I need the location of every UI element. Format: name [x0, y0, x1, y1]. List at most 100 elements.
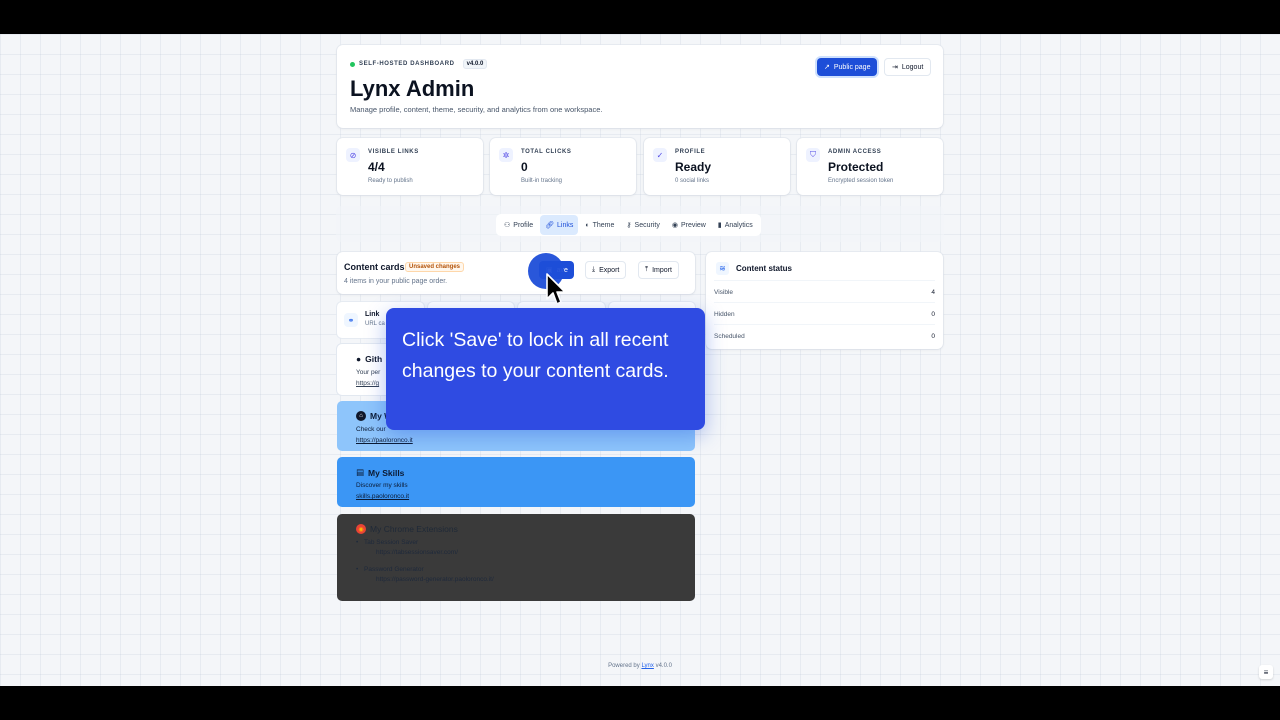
tab-label: Links [557, 221, 574, 229]
status-row: Hidden 0 [714, 302, 935, 324]
content-cards-subtitle: 4 items in your public page order. [344, 278, 448, 285]
bullet-icon: • [356, 539, 359, 546]
import-button[interactable]: ⤒ Import [638, 261, 679, 279]
tab-analytics[interactable]: ▮ Analytics [713, 215, 758, 235]
user-icon: ⚇ [504, 222, 511, 229]
stat-label: TOTAL CLICKS [521, 149, 572, 155]
stat-card-total-clicks: ✲ TOTAL CLICKS 0 Built-in tracking [490, 138, 636, 195]
eye-icon: ◉ [671, 222, 678, 229]
link-card-skills[interactable]: ▤ My Skills Discover my skills skills.pa… [337, 457, 695, 507]
check-circle-icon: ✓ [653, 148, 667, 162]
link-card-header: ● Gith [356, 354, 382, 364]
chrome-icon: ◉ [356, 524, 366, 534]
public-page-label: Public page [833, 63, 871, 71]
sub-link-item[interactable]: • Password Generator https://password-ge… [356, 566, 494, 583]
cursor-click-icon: ✲ [499, 148, 513, 162]
tutorial-tooltip: Click 'Save' to lock in all recent chang… [386, 308, 705, 430]
eyebrow: SELF-HOSTED DASHBOARD v4.0.0 [350, 59, 488, 69]
add-type-label: Link [365, 311, 380, 318]
link-title: My Skills [368, 467, 405, 478]
stat-card-admin-access: ⛉ ADMIN ACCESS Protected Encrypted sessi… [797, 138, 943, 195]
link-card-chrome-extensions[interactable]: ◉ My Chrome Extensions • Tab Session Sav… [337, 514, 695, 601]
tab-list: ⚇ Profile 🔗︎ Links ◐ Theme ⚷ Security ◉ … [496, 214, 761, 236]
tab-label: Profile [513, 221, 534, 229]
logout-button[interactable]: ⇥ Logout [884, 58, 932, 76]
status-dot-icon [350, 61, 355, 67]
export-label: Export [599, 266, 620, 274]
key-icon: ⚷ [626, 222, 632, 229]
tab-label: Theme [592, 221, 615, 229]
content-cards-title: Content cards [344, 262, 405, 272]
content-cards-header: Content cards Unsaved changes 4 items in… [337, 252, 695, 294]
sub-link-url[interactable]: https://tabsessionsaver.com/ [376, 549, 458, 556]
stat-value: 4/4 [368, 160, 385, 174]
content-status-title: Content status [736, 264, 792, 273]
bullet-icon: • [356, 566, 359, 573]
tab-profile[interactable]: ⚇ Profile [499, 215, 538, 235]
link-description: Check our [356, 426, 386, 433]
stat-value: 0 [521, 160, 528, 174]
tab-preview[interactable]: ◉ Preview [667, 215, 711, 235]
stat-value: Ready [675, 160, 712, 174]
status-value: 0 [931, 311, 935, 318]
public-page-button[interactable]: ↗ Public page [817, 58, 878, 76]
add-type-sub: URL ca [365, 321, 385, 327]
tab-links[interactable]: 🔗︎ Links [540, 215, 579, 235]
link-url[interactable]: https://g [356, 380, 379, 387]
status-label: Scheduled [714, 333, 745, 340]
stat-label: ADMIN ACCESS [828, 149, 882, 155]
content-status-panel: ≋ Content status Visible 4 Hidden 0 Sche… [706, 252, 943, 349]
tab-security[interactable]: ⚷ Security [621, 215, 664, 235]
status-value: 0 [931, 333, 935, 340]
page-subtitle: Manage profile, content, theme, security… [350, 105, 603, 114]
sub-link-title: Password Generator [364, 566, 424, 573]
footer-brand-link[interactable]: Lynx [641, 663, 653, 669]
code-window-icon: ▤ [356, 467, 365, 477]
home-icon: ⌂ [356, 411, 366, 421]
logout-icon: ⇥ [892, 64, 898, 71]
status-value: 4 [931, 289, 935, 296]
external-link-icon: ↗ [824, 64, 830, 71]
stat-label: PROFILE [675, 149, 706, 155]
stat-sub: 0 social links [675, 178, 710, 184]
tab-label: Preview [680, 221, 706, 229]
status-label: Hidden [714, 311, 735, 318]
stat-label: VISIBLE LINKS [368, 149, 419, 155]
eye-off-icon: ⊘ [346, 148, 360, 162]
stat-card-visible-links: ⊘ VISIBLE LINKS 4/4 Ready to publish [337, 138, 483, 195]
stat-value: Protected [828, 160, 884, 174]
stat-card-profile: ✓ PROFILE Ready 0 social links [644, 138, 790, 195]
version-badge: v4.0.0 [462, 59, 488, 69]
app-viewport: SELF-HOSTED DASHBOARD v4.0.0 Lynx Admin … [0, 34, 1280, 686]
footer-prefix: Powered by [608, 663, 640, 669]
shield-icon: ⛉ [806, 148, 820, 162]
unsaved-badge: Unsaved changes [405, 262, 465, 272]
link-url[interactable]: skills.paoloronco.it [356, 493, 409, 500]
layers-icon: ≋ [716, 262, 729, 275]
mouse-cursor-icon [546, 273, 566, 305]
export-button[interactable]: ⤓ Export [585, 261, 627, 279]
tab-label: Security [634, 221, 660, 229]
status-row: Visible 4 [714, 280, 935, 302]
import-label: Import [652, 266, 672, 274]
status-row: Scheduled 0 [714, 324, 935, 346]
stat-sub: Built-in tracking [521, 178, 563, 184]
link-url[interactable]: https://paoloronco.it [356, 437, 413, 444]
footer-version: v4.0.0 [655, 663, 672, 669]
tooltip-text: Click 'Save' to lock in all recent chang… [402, 329, 669, 382]
footer: Powered by Lynx v4.0.0 [0, 663, 1280, 669]
logout-label: Logout [901, 63, 924, 71]
stack-icon[interactable]: ≡ [1259, 665, 1273, 679]
download-icon: ⤓ [592, 266, 596, 273]
link-icon: 🔗︎ [545, 222, 555, 229]
bar-chart-icon: ▮ [717, 222, 722, 229]
link-title: My Chrome Extensions [370, 524, 458, 534]
link-title: Gith [365, 354, 383, 364]
eyebrow-label: SELF-HOSTED DASHBOARD [359, 61, 455, 67]
sub-link-item[interactable]: • Tab Session Saver https://tabsessionsa… [356, 539, 458, 556]
status-label: Visible [714, 289, 734, 296]
upload-icon: ⤒ [645, 266, 649, 273]
tab-theme[interactable]: ◐ Theme [580, 215, 619, 235]
sub-link-url[interactable]: https://password-generator.paoloronco.it… [376, 576, 494, 583]
github-icon: ● [356, 354, 362, 364]
